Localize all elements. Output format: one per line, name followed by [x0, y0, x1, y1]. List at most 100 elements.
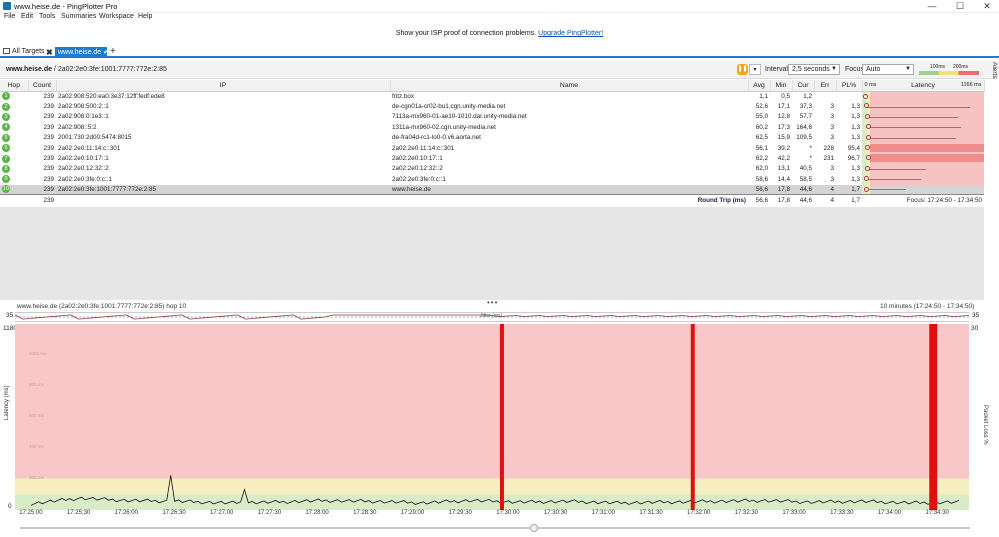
table-row[interactable]: 9 239 2a02:2e0:3fe:0:c::1 2a02:2e0:3fe:0:c:… [0, 174, 984, 185]
pause-button[interactable]: ❚❚ [737, 64, 748, 75]
hop-count: 239 [43, 92, 54, 100]
hop-pl: 1,3 [851, 103, 860, 111]
hop-err [814, 91, 836, 101]
close-tab-icon[interactable]: ✖ [46, 48, 53, 57]
hop-name: 2a02:2e0:10:17::1 [392, 155, 443, 163]
summary-err: 4 [814, 194, 836, 206]
latency-scale-bar [919, 71, 979, 75]
table-row[interactable]: 3 239 2a02:908:0:1e3::1 7113a-mx960-01-ae10… [0, 111, 984, 123]
table-row[interactable]: 1 239 2a02:908:520:ea0:3e37:12ff:fedf:ede8… [0, 91, 984, 102]
col-name[interactable]: Name [390, 80, 749, 92]
hop-ip: 2a02:2e0:12:32::2 [58, 165, 109, 173]
hop-min: 17,3 [777, 123, 790, 131]
grid-label: 600 ms [29, 413, 45, 418]
menu-edit[interactable]: Edit [21, 13, 33, 20]
hop-cur: 58,5 [799, 175, 812, 183]
packet-loss-bar [929, 324, 938, 510]
empty-panel [0, 207, 984, 300]
hop-status-icon: 3 [2, 112, 10, 121]
hop-latency-bar [862, 142, 984, 154]
table-row[interactable]: 2 239 2a02:908:500:2::1 de-cgn01a-cr02-bu1.… [0, 101, 984, 112]
hop-status-icon: 7 [2, 154, 10, 163]
hop-count: 239 [43, 175, 54, 183]
col-pl[interactable]: PL% [836, 80, 863, 92]
maximize-button[interactable]: ☐ [947, 0, 973, 13]
timeline-range: 10 minutes (17:24:50 - 17:34:50) [880, 303, 975, 310]
x-tick-label: 17:32:30 [734, 510, 759, 516]
col-latency[interactable]: 0 ms Latency 1166 ms [862, 80, 985, 92]
hop-status-icon: 2 [2, 102, 10, 111]
hop-pl: 1,3 [851, 134, 860, 142]
table-row[interactable]: 5 239 2001:730:2d00:5474:8015 de-fra04d-rc1… [0, 132, 984, 143]
x-tick-label: 17:30:00 [496, 510, 520, 516]
hop-latency-bar [862, 184, 984, 195]
alerts-tab[interactable]: Alerts [984, 62, 998, 102]
hop-name: 1311a-mx960-02.cgn.unity-media.net [392, 123, 496, 131]
splitter-handle[interactable]: ••• [487, 298, 498, 307]
hop-number: 5 [0, 133, 28, 143]
timeline-scrollbar[interactable] [20, 527, 970, 529]
hop-latency-bar [862, 111, 984, 123]
col-avg[interactable]: Avg [748, 80, 771, 92]
close-button[interactable]: ✕ [974, 0, 999, 13]
table-row[interactable]: 7 239 2a02:2e0:10:17::1 2a02:2e0:10:17::1 62… [0, 153, 984, 164]
hop-pl: 1,7 [836, 184, 862, 195]
interval-select[interactable]: 2,5 seconds ▼ [788, 64, 840, 75]
grid-label: 200 ms [29, 475, 45, 480]
table-header: Hop Count IP Name Avg Min Cur Err PL% 0 … [0, 80, 985, 92]
hop-count: 239 [28, 184, 56, 195]
hop-name: 2a02:2e0:12:32::2 [392, 165, 443, 173]
hop-ip: 2a02:2e0:10:17::1 [58, 155, 109, 163]
upgrade-link[interactable]: Upgrade PingPlotter! [538, 30, 603, 37]
table-row[interactable]: 4 239 2a02:908::5:2 1311a-mx960-02.cgn.unit… [0, 122, 984, 133]
col-min[interactable]: Min [770, 80, 793, 92]
col-err[interactable]: Err [814, 80, 837, 92]
table-row[interactable]: 8 239 2a02:2e0:12:32::2 2a02:2e0:12:32::2 62… [0, 163, 984, 175]
hop-name: 2a02:2e0:3fe:0:c::1 [392, 175, 446, 183]
col-hop[interactable]: Hop [0, 80, 29, 92]
col-cur[interactable]: Cur [792, 80, 815, 92]
hop-avg: 56,1 [755, 144, 768, 152]
chevron-down-icon: ▼ [831, 66, 837, 72]
tab-active-target[interactable]: www.heise.de ✔ [55, 47, 109, 58]
tab-all-targets[interactable]: All Targets [3, 48, 45, 58]
table-row[interactable]: 10 239 2a02:2e0:3fe:1001:7777:772e:2:85 www… [0, 184, 984, 195]
table-row[interactable]: 6 239 2a02:2e0:11:14:c::301 2a02:2e0:11:14:… [0, 142, 984, 154]
pause-dropdown[interactable]: ▾ [749, 64, 761, 75]
hop-pl: 1,3 [851, 123, 860, 131]
hop-pl: 1,3 [851, 175, 860, 183]
menu-workspace[interactable]: Workspace [99, 13, 134, 20]
hop-number: 2 [0, 101, 28, 111]
menu-summaries[interactable]: Summaries [61, 13, 96, 20]
hop-err: 228 [823, 144, 834, 152]
col-ip[interactable]: IP [56, 80, 391, 92]
hop-min: 14,4 [777, 175, 790, 183]
hop-err: 3 [830, 123, 834, 131]
add-tab-button[interactable]: + [110, 46, 116, 57]
focus-value: Auto [866, 66, 881, 73]
tab-bar [0, 47, 999, 58]
summary-label: Round Trip (ms) [390, 194, 748, 206]
timeline-scroll-thumb[interactable] [530, 524, 538, 532]
hop-pl: 96,7 [847, 155, 860, 163]
focus-select[interactable]: Auto ▼ [862, 64, 914, 75]
hop-latency-bar [862, 91, 984, 102]
hop-cur: 109,5 [796, 134, 812, 142]
minimize-button[interactable]: — [919, 0, 945, 13]
hop-status-icon: 6 [2, 144, 10, 153]
timeline-title: www.heise.de (2a02:2e0:3fe:1001:7777:772… [17, 303, 187, 310]
latency-min-label: 0 ms [864, 82, 877, 88]
hop-number: 9 [0, 174, 28, 184]
scale-200-label: 200ms [953, 64, 969, 70]
menu-file[interactable]: File [4, 13, 15, 20]
hop-cur: 37,3 [799, 103, 812, 111]
hop-avg: 62,0 [755, 165, 768, 173]
col-count[interactable]: Count [28, 80, 57, 92]
banner-text: Show your ISP proof of connection proble… [395, 30, 537, 37]
hop-count: 239 [43, 134, 54, 142]
menu-help[interactable]: Help [138, 13, 152, 20]
menu-tools[interactable]: Tools [39, 13, 55, 20]
latency-graph[interactable]: 1000 ms 800 ms 600 ms 400 ms 200 ms [15, 324, 969, 510]
latency-header-label: Latency [911, 81, 935, 89]
summary-pl: 1,7 [836, 194, 862, 206]
